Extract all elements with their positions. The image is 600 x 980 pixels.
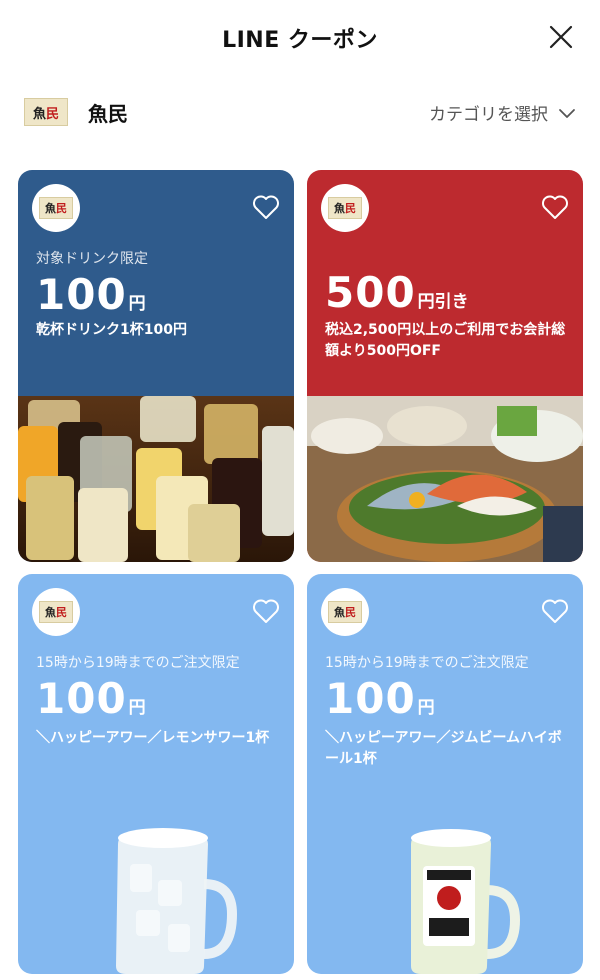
coupon-description: ＼ハッピーアワー／レモンサワー1杯 — [36, 730, 270, 746]
lemon-sour-mug-photo — [116, 828, 238, 974]
top-bar: LINE クーポン — [0, 0, 600, 78]
close-icon[interactable] — [548, 24, 574, 50]
coupon-amount: 100 円 — [325, 674, 435, 723]
store-logo-badge: 魚民 — [32, 588, 80, 636]
coupon-amount: 100 円 — [36, 674, 146, 723]
category-select-button[interactable]: カテゴリを選択 — [429, 100, 576, 125]
page-title: LINE クーポン — [222, 28, 378, 53]
sashimi-platter-photo — [307, 396, 583, 562]
heart-outline-icon[interactable] — [252, 194, 280, 220]
coupon-description: 乾杯ドリンク1杯100円 — [36, 322, 187, 338]
coupon-description: 税込2,500円以上のご利用でお会計総額より500円OFF — [325, 322, 566, 359]
coupon-amount: 500 円引き — [325, 268, 469, 317]
category-select-label: カテゴリを選択 — [429, 105, 548, 125]
store-logo: 魚民 — [24, 98, 68, 126]
store-logo-badge: 魚民 — [321, 184, 369, 232]
jim-beam-highball-mug-photo — [411, 829, 521, 974]
coupon-card[interactable]: 魚民 500 円引き 税込2,500円以上のご利用でお会計総額より500円OFF — [307, 170, 583, 562]
coupon-card[interactable]: 魚民 対象ドリンク限定 100 円 乾杯ドリンク1杯100円 — [18, 170, 294, 562]
heart-outline-icon[interactable] — [541, 598, 569, 624]
heart-outline-icon[interactable] — [541, 194, 569, 220]
coupon-condition: 15時から19時までのご注文限定 — [36, 655, 240, 671]
coupon-card[interactable]: 魚民 15時から19時までのご注文限定 100 円 ＼ハッピーアワー／レモンサワー… — [18, 574, 294, 974]
coupon-amount: 100 円 — [36, 270, 146, 319]
chevron-down-icon — [559, 108, 575, 118]
store-name: 魚民 — [88, 102, 128, 126]
store-logo-badge: 魚民 — [32, 184, 80, 232]
drinks-photo — [18, 396, 294, 562]
heart-outline-icon[interactable] — [252, 598, 280, 624]
coupon-condition: 対象ドリンク限定 — [36, 251, 148, 267]
store-bar: 魚民 魚民 カテゴリを選択 — [0, 88, 600, 138]
coupon-condition: 15時から19時までのご注文限定 — [325, 655, 529, 671]
coupon-description: ＼ハッピーアワー／ジムビームハイボール1杯 — [325, 730, 562, 767]
coupon-card[interactable]: 魚民 15時から19時までのご注文限定 100 円 ＼ハッピーアワー／ジムビームハ… — [307, 574, 583, 974]
store-logo-badge: 魚民 — [321, 588, 369, 636]
